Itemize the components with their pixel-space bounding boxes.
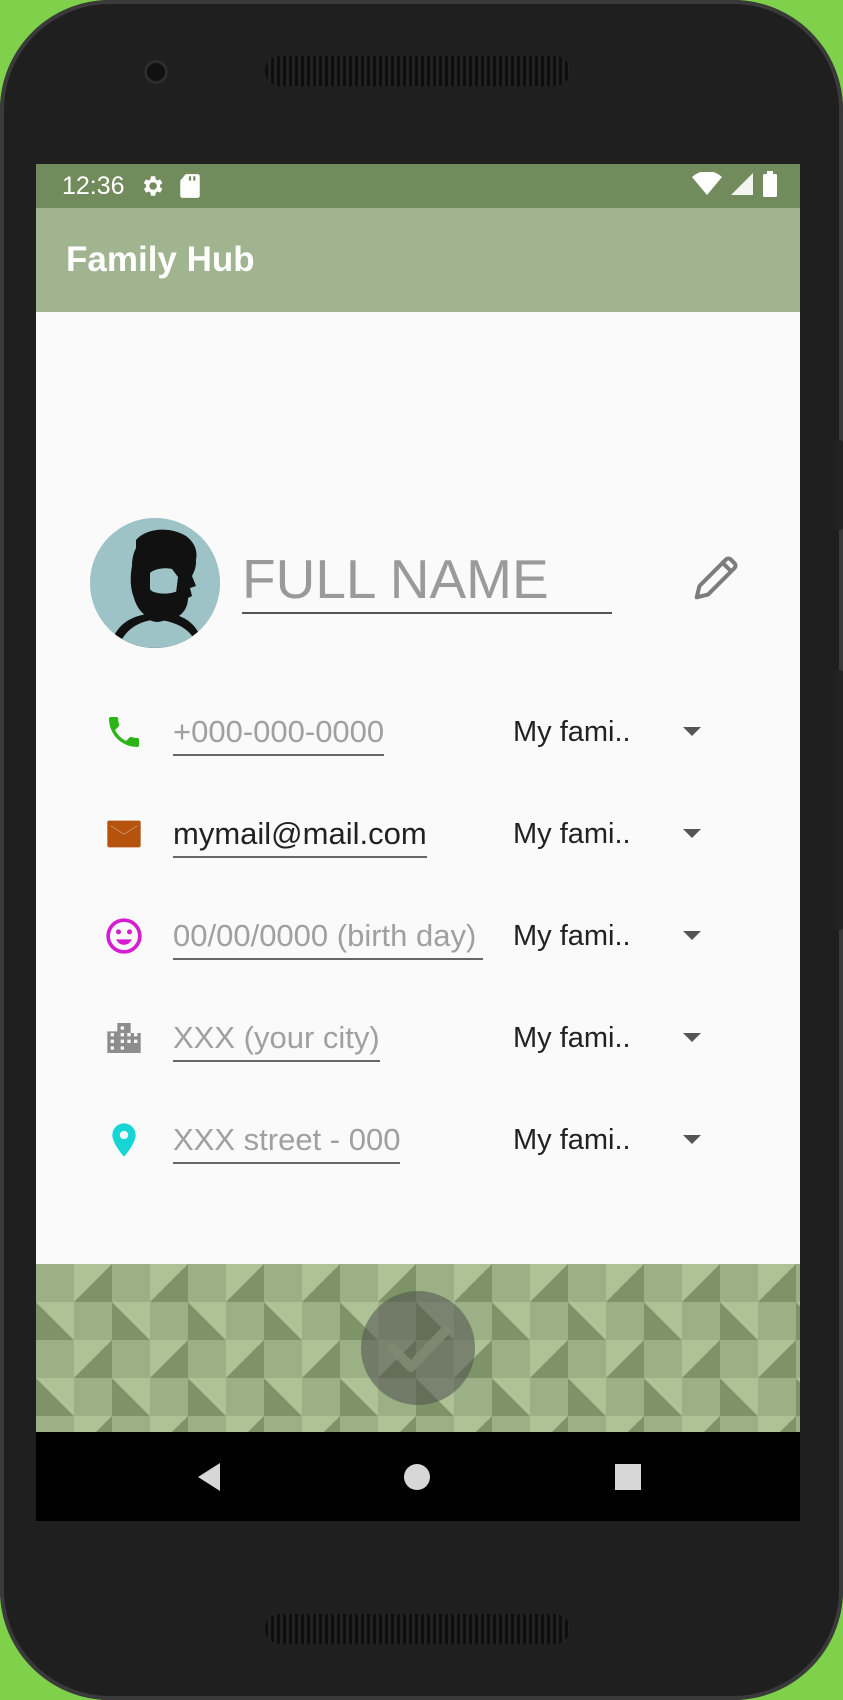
birthday-visibility-dropdown[interactable]: My fami.. [513,914,733,958]
power-button [835,670,843,930]
home-icon[interactable] [367,1432,467,1521]
sd-card-icon [179,173,201,199]
profile-header: FULL NAME [36,518,800,658]
birthday-row: 00/00/0000 (birth day) My fami.. [36,908,800,978]
wifi-icon [692,170,722,201]
recents-icon[interactable] [578,1432,678,1521]
dropdown-arrow-icon [683,829,701,838]
street-visibility-dropdown[interactable]: My fami.. [513,1118,733,1162]
phone-row: +000-000-0000 My fami.. [36,704,800,774]
dropdown-label: My fami.. [513,1124,631,1156]
dropdown-label: My fami.. [513,1022,631,1054]
confirm-button[interactable] [361,1291,475,1405]
full-name-input[interactable]: FULL NAME [242,546,612,614]
email-visibility-dropdown[interactable]: My fami.. [513,812,733,856]
phone-icon [104,712,144,752]
battery-icon [762,170,778,202]
dropdown-arrow-icon [683,1135,701,1144]
signal-icon [730,172,754,201]
street-input[interactable]: XXX street - 000 [173,1118,401,1164]
app-title: Family Hub [66,240,255,279]
top-speaker [265,56,570,86]
dropdown-arrow-icon [683,1033,701,1042]
phone-input[interactable]: +000-000-0000 [173,710,385,756]
status-time: 12:36 [62,171,125,200]
volume-button [835,440,843,530]
checkmark-icon [388,1326,450,1372]
city-input[interactable]: XXX (your city) [173,1016,380,1062]
pencil-icon[interactable] [690,550,744,604]
dropdown-label: My fami.. [513,716,631,748]
dropdown-arrow-icon [683,727,701,736]
dropdown-arrow-icon [683,931,701,940]
city-icon [104,1018,144,1058]
dropdown-label: My fami.. [513,920,631,952]
email-input[interactable]: mymail@mail.com [173,812,427,858]
street-row: XXX street - 000 My fami.. [36,1112,800,1182]
phone-visibility-dropdown[interactable]: My fami.. [513,710,733,754]
location-pin-icon [104,1120,144,1160]
bottom-speaker [265,1614,570,1644]
phone-frame: 12:36 Family Hub FULL NAME +000-000-0000… [0,0,843,1700]
app-bar: Family Hub [36,208,800,312]
birthday-input[interactable]: 00/00/0000 (birth day) [173,914,483,960]
status-bar: 12:36 [36,164,800,208]
screen: 12:36 Family Hub FULL NAME +000-000-0000… [36,164,800,1521]
email-icon [104,814,144,854]
avatar[interactable] [90,518,220,648]
navigation-bar [36,1432,800,1521]
email-row: mymail@mail.com My fami.. [36,806,800,876]
back-icon[interactable] [160,1432,260,1521]
smiley-icon [104,916,144,956]
dropdown-label: My fami.. [513,818,631,850]
front-camera [144,60,168,84]
city-row: XXX (your city) My fami.. [36,1010,800,1080]
gear-icon [139,173,165,199]
city-visibility-dropdown[interactable]: My fami.. [513,1016,733,1060]
